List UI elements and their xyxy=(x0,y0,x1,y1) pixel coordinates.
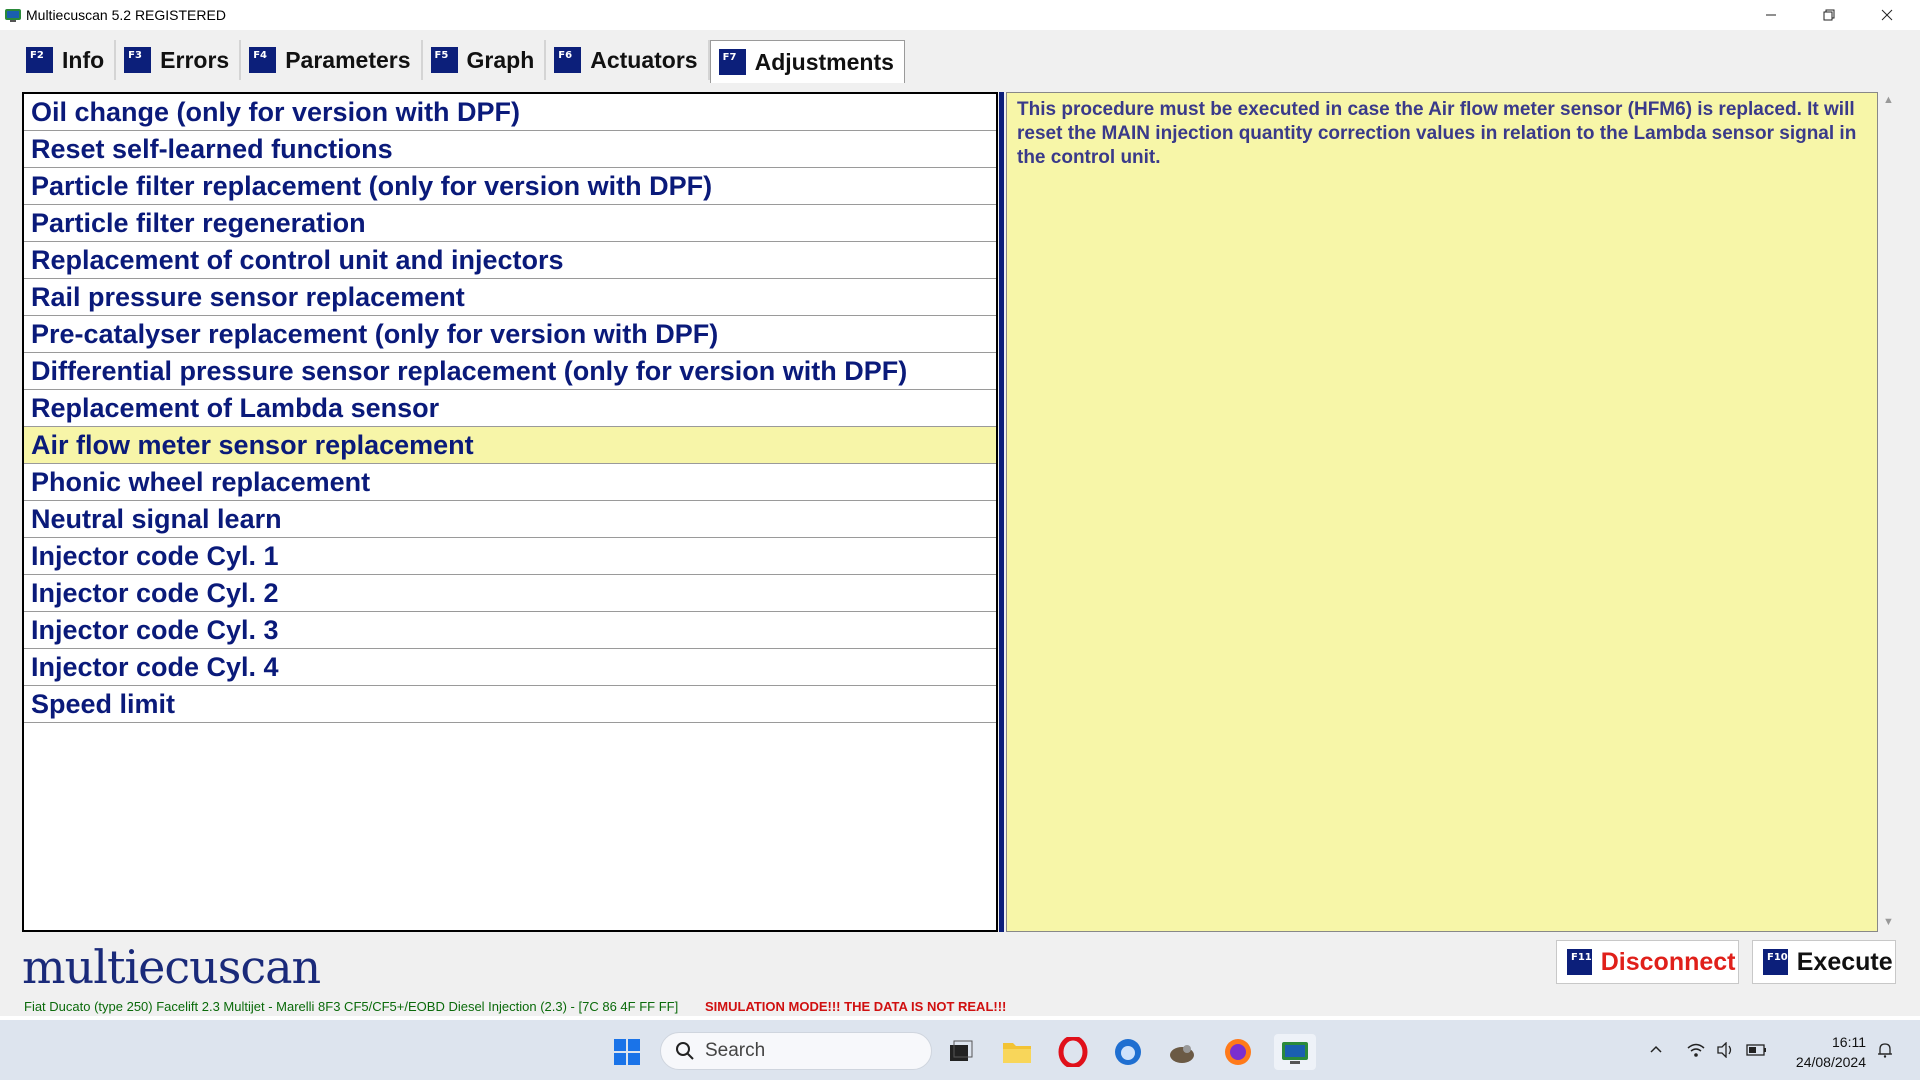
tab-graph[interactable]: F5 Graph xyxy=(423,40,547,80)
disconnect-label: Disconnect xyxy=(1600,947,1736,976)
fkey-badge: F10 xyxy=(1763,949,1788,975)
tab-label: Adjustments xyxy=(754,48,894,75)
clock-date: 24/08/2024 xyxy=(1795,1054,1866,1070)
volume-button[interactable] xyxy=(1716,1020,1736,1080)
minimize-button[interactable] xyxy=(1742,0,1800,30)
scroll-up-icon[interactable]: ▲ xyxy=(1883,94,1894,106)
list-item-selected[interactable]: Air flow meter sensor replacement xyxy=(24,427,996,464)
fkey-badge: F6 xyxy=(554,47,582,73)
thunderbird-icon xyxy=(1115,1039,1141,1065)
wifi-icon xyxy=(1687,1043,1705,1057)
file-explorer-icon xyxy=(1003,1043,1031,1063)
description-scrollbar[interactable]: ▲ ▼ xyxy=(1879,92,1897,932)
fkey-badge: F4 xyxy=(249,47,277,73)
list-item[interactable]: Rail pressure sensor replacement xyxy=(24,279,996,316)
task-view-icon xyxy=(950,1040,973,1061)
list-item[interactable]: Particle filter replacement (only for ve… xyxy=(24,168,996,205)
fkey-badge: F5 xyxy=(430,47,458,73)
fkey-badge: F3 xyxy=(124,47,152,73)
app-icon xyxy=(5,9,21,22)
list-item[interactable]: Replacement of Lambda sensor xyxy=(24,390,996,427)
volume-icon xyxy=(1717,1042,1732,1058)
firefox-icon xyxy=(1225,1039,1251,1065)
list-item[interactable]: Phonic wheel replacement xyxy=(24,464,996,501)
tray-overflow-button[interactable] xyxy=(1648,1020,1664,1080)
fkey-badge: F7 xyxy=(718,49,746,75)
execute-button[interactable]: F10 Execute xyxy=(1752,940,1896,984)
execute-label: Execute xyxy=(1796,947,1893,976)
taskbar-search[interactable]: Search xyxy=(660,1032,932,1070)
chevron-up-icon xyxy=(1650,1045,1662,1053)
window-title: Multiecuscan 5.2 REGISTERED xyxy=(26,7,226,23)
list-item[interactable]: Speed limit xyxy=(24,686,996,723)
tab-errors[interactable]: F3 Errors xyxy=(116,40,242,80)
vehicle-status: Fiat Ducato (type 250) Facelift 2.3 Mult… xyxy=(24,999,679,1014)
simulation-warning: SIMULATION MODE!!! THE DATA IS NOT REAL!… xyxy=(705,999,1007,1014)
taskbar-clock[interactable]: 16:11 24/08/2024 xyxy=(1786,1032,1866,1072)
main-area: F2 Info F3 Errors F4 Parameters F5 Graph… xyxy=(0,30,1920,1016)
list-item[interactable]: Reset self-learned functions xyxy=(24,131,996,168)
notification-bell-icon xyxy=(1878,1043,1892,1058)
list-item[interactable]: Injector code Cyl. 2 xyxy=(24,575,996,612)
task-view-button[interactable] xyxy=(943,1034,979,1070)
restore-icon xyxy=(1823,9,1835,21)
restore-button[interactable] xyxy=(1800,0,1858,30)
close-button[interactable] xyxy=(1858,0,1916,30)
gimp-button[interactable] xyxy=(1164,1034,1200,1070)
thunderbird-button[interactable] xyxy=(1110,1034,1146,1070)
disconnect-button[interactable]: F11 Disconnect xyxy=(1556,940,1739,984)
tab-label: Graph xyxy=(466,46,535,73)
multiecuscan-taskbar-button[interactable] xyxy=(1274,1034,1316,1070)
notifications-button[interactable] xyxy=(1876,1020,1894,1080)
adjustments-list: Oil change (only for version with DPF) R… xyxy=(22,92,998,932)
scroll-down-icon[interactable]: ▼ xyxy=(1883,916,1894,928)
wifi-button[interactable] xyxy=(1686,1020,1706,1080)
clock-time: 16:11 xyxy=(1832,1034,1866,1050)
taskbar: Search 16:11 24/08/2024 xyxy=(0,1020,1920,1080)
list-item[interactable]: Injector code Cyl. 1 xyxy=(24,538,996,575)
list-item[interactable]: Differential pressure sensor replacement… xyxy=(24,353,996,390)
list-item[interactable]: Injector code Cyl. 4 xyxy=(24,649,996,686)
list-item[interactable]: Replacement of control unit and injector… xyxy=(24,242,996,279)
list-item[interactable]: Neutral signal learn xyxy=(24,501,996,538)
windows-start-icon xyxy=(614,1039,640,1065)
windows-start-button[interactable] xyxy=(609,1034,645,1070)
tab-bar: F2 Info F3 Errors F4 Parameters F5 Graph… xyxy=(18,40,905,83)
panel-splitter[interactable] xyxy=(999,92,1004,932)
battery-button[interactable] xyxy=(1746,1020,1768,1080)
opera-icon xyxy=(1058,1037,1088,1067)
search-placeholder: Search xyxy=(705,1040,766,1061)
tab-label: Parameters xyxy=(285,46,411,73)
tab-parameters[interactable]: F4 Parameters xyxy=(241,40,423,80)
multiecuscan-logo: multiecuscan xyxy=(22,940,321,994)
title-bar: Multiecuscan 5.2 REGISTERED xyxy=(0,0,1920,30)
tab-info[interactable]: F2 Info xyxy=(18,40,117,80)
gimp-icon xyxy=(1170,1045,1194,1063)
list-item[interactable]: Pre-catalyser replacement (only for vers… xyxy=(24,316,996,353)
list-item[interactable]: Injector code Cyl. 3 xyxy=(24,612,996,649)
firefox-button[interactable] xyxy=(1220,1034,1256,1070)
minimize-icon xyxy=(1766,14,1776,16)
tab-adjustments[interactable]: F7 Adjustments xyxy=(709,40,905,83)
search-icon xyxy=(676,1042,694,1060)
list-item[interactable]: Particle filter regeneration xyxy=(24,205,996,242)
tab-label: Errors xyxy=(160,46,230,73)
close-icon xyxy=(1881,9,1893,21)
fkey-badge: F11 xyxy=(1567,949,1592,975)
tab-label: Info xyxy=(62,46,105,73)
tab-actuators[interactable]: F6 Actuators xyxy=(546,40,710,80)
battery-icon xyxy=(1746,1044,1766,1056)
multiecuscan-icon xyxy=(1282,1042,1308,1064)
list-item[interactable]: Oil change (only for version with DPF) xyxy=(24,94,996,131)
file-explorer-button[interactable] xyxy=(999,1034,1035,1070)
opera-button[interactable] xyxy=(1055,1034,1091,1070)
procedure-description: This procedure must be executed in case … xyxy=(1006,92,1878,932)
fkey-badge: F2 xyxy=(26,47,53,73)
status-bar: Fiat Ducato (type 250) Facelift 2.3 Mult… xyxy=(0,996,1920,1016)
tab-label: Actuators xyxy=(590,46,698,73)
